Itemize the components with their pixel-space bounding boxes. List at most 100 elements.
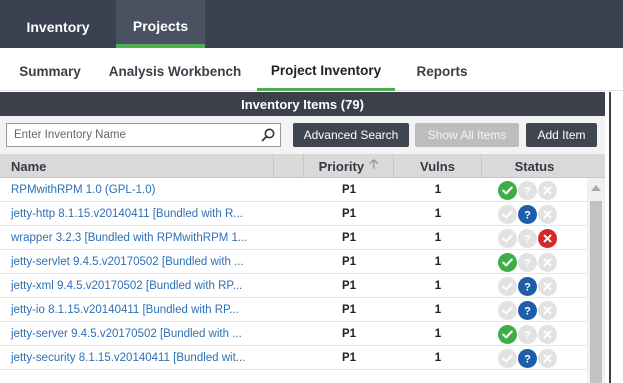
search-field (6, 123, 281, 147)
vulns-value: 1 (434, 232, 442, 244)
reject-x-icon[interactable] (538, 301, 557, 320)
sub-navigation: Summary Analysis Workbench Project Inven… (0, 52, 623, 91)
approve-check-icon[interactable] (498, 229, 517, 248)
priority-value: P1 (341, 328, 357, 340)
column-header-status[interactable]: Status (482, 154, 587, 178)
vulns-value: 1 (434, 208, 442, 220)
reject-x-icon[interactable] (538, 181, 557, 200)
approve-check-icon[interactable] (498, 325, 517, 344)
table-row[interactable]: wrapper 3.2.3 [Bundled with RPMwithRPM 1… (0, 226, 587, 250)
unknown-question-icon[interactable]: ? (518, 277, 537, 296)
inventory-item-link[interactable]: jetty-xml 9.4.5.v20170502 [Bundled with … (0, 274, 272, 298)
vulns-value: 1 (434, 328, 442, 340)
priority-value: P1 (341, 304, 357, 316)
priority-value: P1 (341, 256, 357, 268)
vulns-value: 1 (434, 184, 442, 196)
approve-check-icon[interactable] (498, 205, 517, 224)
approve-check-icon[interactable] (498, 301, 517, 320)
svg-text:?: ? (524, 209, 531, 221)
table-scrollbar[interactable] (587, 178, 605, 383)
unknown-question-icon[interactable]: ? (518, 349, 537, 368)
svg-text:?: ? (524, 305, 531, 317)
table-row[interactable]: jetty-servlet 9.4.5.v20170502 [Bundled w… (0, 250, 587, 274)
approve-check-icon[interactable] (498, 181, 517, 200)
svg-text:?: ? (524, 233, 531, 245)
panel-title: Inventory Items (79) (0, 92, 605, 116)
inventory-panel: Inventory Items (79) Advanced Search Sho… (0, 92, 605, 383)
search-input[interactable] (7, 124, 252, 146)
reject-x-icon[interactable] (538, 229, 557, 248)
priority-value: P1 (341, 184, 357, 196)
column-header-spacer (274, 154, 304, 178)
unknown-question-icon[interactable]: ? (518, 253, 537, 272)
inventory-toolbar: Advanced Search Show All Items Add Item (0, 116, 605, 154)
status-cell: ? (498, 322, 578, 346)
column-header-priority[interactable]: Priority 🡡 (304, 154, 394, 178)
priority-value: P1 (341, 280, 357, 292)
column-header-vulns[interactable]: Vulns (394, 154, 482, 178)
inventory-item-link[interactable]: RPMwithRPM 1.0 (GPL-1.0) (0, 178, 272, 202)
column-header-name-label: Name (11, 158, 47, 174)
unknown-question-icon[interactable]: ? (518, 301, 537, 320)
inventory-item-link[interactable]: jetty-server 9.4.5.v20170502 [Bundled wi… (0, 322, 272, 346)
tab-analysis-workbench[interactable]: Analysis Workbench (98, 52, 252, 91)
arrow-up-icon: 🡡 (369, 156, 379, 171)
inventory-item-link[interactable]: jetty-servlet 9.4.5.v20170502 [Bundled w… (0, 250, 272, 274)
reject-x-icon[interactable] (538, 205, 557, 224)
reject-x-icon[interactable] (538, 253, 557, 272)
tab-projects[interactable]: Projects (116, 0, 205, 48)
svg-text:?: ? (524, 329, 531, 341)
approve-check-icon[interactable] (498, 253, 517, 272)
status-cell: ? (498, 178, 578, 202)
column-header-name[interactable]: Name (0, 154, 274, 178)
unknown-question-icon[interactable]: ? (518, 181, 537, 200)
column-header-vulns-label: Vulns (420, 158, 455, 174)
panel-divider (609, 92, 611, 383)
reject-x-icon[interactable] (538, 277, 557, 296)
svg-text:?: ? (524, 281, 531, 293)
scrollbar-thumb[interactable] (590, 201, 602, 383)
scroll-up-arrow-icon[interactable] (591, 185, 601, 191)
table-row[interactable]: jetty-security 8.1.15.v20140411 [Bundled… (0, 346, 587, 370)
approve-check-icon[interactable] (498, 277, 517, 296)
tab-inventory[interactable]: Inventory (0, 0, 116, 48)
status-cell: ? (498, 346, 578, 370)
unknown-question-icon[interactable]: ? (518, 205, 537, 224)
search-icon[interactable] (260, 127, 276, 143)
status-cell: ? (498, 226, 578, 250)
table-row[interactable]: jetty-xml 9.4.5.v20170502 [Bundled with … (0, 274, 587, 298)
tab-summary[interactable]: Summary (6, 52, 94, 91)
app-root: Inventory Projects Summary Analysis Work… (0, 0, 623, 383)
inventory-item-link[interactable]: jetty-http 8.1.15.v20140411 [Bundled wit… (0, 202, 272, 226)
reject-x-icon[interactable] (538, 349, 557, 368)
vulns-value: 1 (434, 280, 442, 292)
column-header-status-label: Status (514, 158, 555, 174)
vulns-value: 1 (434, 304, 442, 316)
add-item-button[interactable]: Add Item (526, 123, 597, 147)
unknown-question-icon[interactable]: ? (518, 325, 537, 344)
table-row[interactable]: jetty-server 9.4.5.v20170502 [Bundled wi… (0, 322, 587, 346)
unknown-question-icon[interactable]: ? (518, 229, 537, 248)
priority-value: P1 (341, 352, 357, 364)
top-navigation: Inventory Projects (0, 0, 623, 48)
tab-reports[interactable]: Reports (400, 52, 484, 91)
table-row[interactable]: jetty-io 8.1.15.v20140411 [Bundled with … (0, 298, 587, 322)
priority-value: P1 (341, 208, 357, 220)
table-row[interactable]: RPMwithRPM 1.0 (GPL-1.0) P1 1 ? (0, 178, 587, 202)
status-cell: ? (498, 298, 578, 322)
status-cell: ? (498, 202, 578, 226)
svg-text:?: ? (524, 185, 531, 197)
right-side-panel-edge (605, 92, 623, 383)
inventory-item-link[interactable]: wrapper 3.2.3 [Bundled with RPMwithRPM 1… (0, 226, 272, 250)
inventory-item-link[interactable]: jetty-security 8.1.15.v20140411 [Bundled… (0, 346, 272, 370)
svg-text:?: ? (524, 353, 531, 365)
reject-x-icon[interactable] (538, 325, 557, 344)
svg-text:?: ? (524, 257, 531, 269)
show-all-items-button[interactable]: Show All Items (415, 123, 519, 147)
approve-check-icon[interactable] (498, 349, 517, 368)
table-header: Name Priority 🡡 Vulns Status (0, 154, 605, 178)
table-row[interactable]: jetty-http 8.1.15.v20140411 [Bundled wit… (0, 202, 587, 226)
tab-project-inventory[interactable]: Project Inventory (257, 52, 395, 91)
inventory-item-link[interactable]: jetty-io 8.1.15.v20140411 [Bundled with … (0, 298, 272, 322)
advanced-search-button[interactable]: Advanced Search (293, 123, 409, 147)
